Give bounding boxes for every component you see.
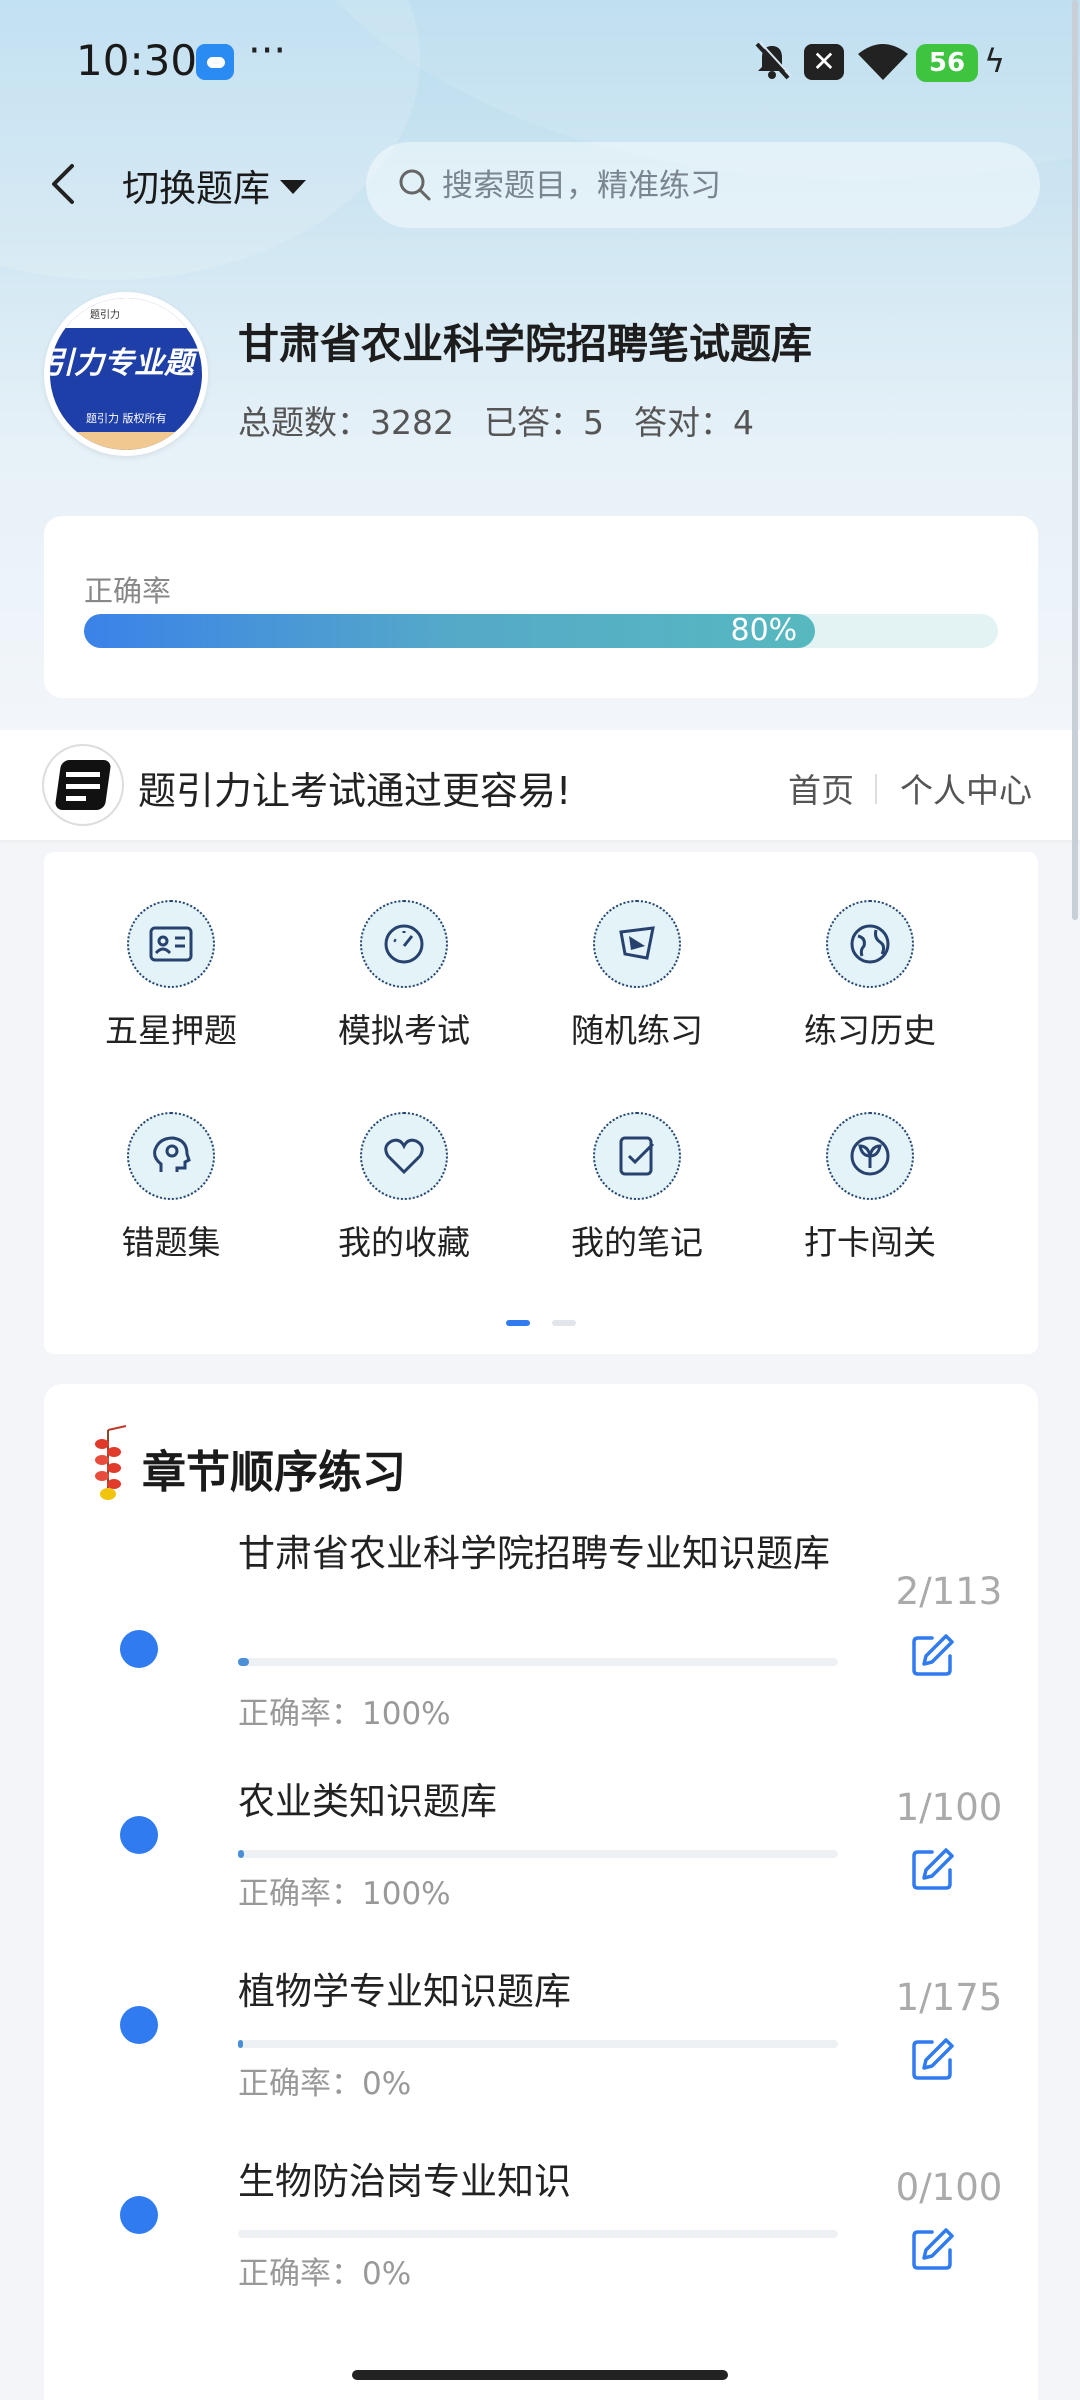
caret-down-icon	[280, 179, 306, 194]
heart-icon	[360, 1112, 448, 1200]
chapter-item[interactable]: 植物学专业知识题库正确率：0% 1/175	[44, 1966, 1038, 2166]
feature-item[interactable]: 随机练习	[527, 852, 747, 1050]
accuracy-card: 正确率 80%	[44, 516, 1038, 698]
chapter-progress-track	[238, 2230, 838, 2238]
chapter-practice-card: 章节顺序练习 甘肃省农业科学院招聘专业知识题库正确率：100% 2/113 农业类知…	[44, 1384, 1038, 2400]
logo-top-text: 题引力	[90, 310, 120, 321]
feature-label: 练习历史	[804, 1011, 936, 1050]
weather-app-icon	[196, 44, 234, 80]
accuracy-percent: 80%	[730, 613, 798, 648]
accuracy-label: 正确率	[84, 574, 172, 608]
wifi-icon	[858, 44, 908, 80]
accuracy-progress-fill: 80%	[84, 613, 816, 648]
chapter-count: 0/100	[895, 2166, 1003, 2209]
search-bar[interactable]	[366, 142, 1040, 230]
home-link[interactable]: 首页	[788, 764, 854, 812]
chapter-name: 生物防治岗专业知识	[238, 2160, 571, 2203]
id-card-icon	[127, 900, 215, 988]
notification-x-icon: ✕	[804, 44, 844, 80]
chapter-bullet	[120, 2196, 158, 2234]
pager-dot	[506, 1320, 530, 1326]
search-input[interactable]	[440, 142, 1004, 230]
logo-subtext: 题引力 版权所有	[86, 412, 167, 425]
chapter-bullet	[120, 2006, 158, 2044]
status-time: 10:30	[76, 36, 198, 85]
feature-label: 随机练习	[571, 1011, 703, 1050]
charging-icon: ϟ	[984, 42, 1006, 80]
feature-item[interactable]: 打卡闯关	[760, 1064, 980, 1262]
chapter-accuracy: 正确率：100%	[238, 1696, 451, 1732]
switch-bank-dropdown[interactable]: 切换题库	[122, 158, 306, 212]
slogan-bar: 题引力让考试通过更容易! 首页 个人中心	[0, 730, 1080, 840]
chapter-name: 农业类知识题库	[238, 1780, 497, 1823]
bell-muted-icon	[755, 41, 792, 80]
edit-icon[interactable]	[910, 2226, 956, 2272]
switch-bank-label: 切换题库	[122, 167, 270, 210]
chapter-practice-title: 章节顺序练习	[142, 1447, 406, 1498]
feature-label: 五星押题	[105, 1011, 237, 1050]
battery-level: 56	[916, 44, 978, 82]
chapter-name: 甘肃省农业科学院招聘专业知识题库	[238, 1532, 830, 1575]
feature-grid: 五星押题 模拟考试 随机练习 练习历史错题集 我的收藏 我的笔记 打卡闯关	[44, 852, 1038, 1354]
search-icon	[399, 169, 431, 201]
bank-logo: 题引力 引力专业题 题引力 版权所有	[44, 292, 208, 456]
chapter-bullet	[120, 1630, 158, 1668]
head-icon	[127, 1112, 215, 1200]
gauge-icon	[360, 900, 448, 988]
edit-icon[interactable]	[910, 1632, 956, 1678]
more-notifications-icon: ···	[248, 28, 287, 74]
chapter-bullet	[120, 1816, 158, 1854]
note-check-icon	[593, 1112, 681, 1200]
bank-stats: 总题数：3282 已答：5 答对：4	[238, 396, 784, 444]
firecracker-icon	[95, 1425, 127, 1500]
feature-item[interactable]: 五星押题	[61, 852, 281, 1050]
slogan-text: 题引力让考试通过更容易!	[138, 769, 572, 813]
total-questions: 总题数：3282	[238, 403, 454, 442]
feature-label: 我的笔记	[571, 1223, 703, 1262]
back-arrow-icon[interactable]	[44, 160, 84, 208]
correct-count: 答对：4	[633, 403, 754, 442]
chapter-count: 1/100	[895, 1786, 1003, 1829]
chapter-progress-fill	[238, 1850, 244, 1858]
personal-center-link[interactable]: 个人中心	[900, 764, 1032, 812]
divider	[875, 774, 877, 804]
edit-icon[interactable]	[910, 2036, 956, 2082]
feature-label: 模拟考试	[338, 1011, 470, 1050]
feature-item[interactable]: 练习历史	[760, 852, 980, 1050]
feature-label: 打卡闯关	[804, 1223, 936, 1262]
chapter-item[interactable]: 生物防治岗专业知识正确率：0% 0/100	[44, 2156, 1038, 2356]
edit-icon[interactable]	[910, 1846, 956, 1892]
chapter-progress-fill	[238, 1658, 249, 1666]
answered-count: 已答：5	[483, 403, 604, 442]
chapter-item[interactable]: 甘肃省农业科学院招聘专业知识题库正确率：100% 2/113	[44, 1528, 1038, 1732]
chapter-accuracy: 正确率：0%	[238, 2066, 412, 2102]
chapter-progress-fill	[238, 2040, 243, 2048]
feature-item[interactable]: 我的收藏	[294, 1064, 514, 1262]
chapter-accuracy: 正确率：0%	[238, 2256, 412, 2292]
chapter-name: 植物学专业知识题库	[238, 1970, 571, 2013]
feature-label: 错题集	[121, 1223, 221, 1262]
feature-item[interactable]: 我的笔记	[527, 1064, 747, 1262]
bank-title: 甘肃省农业科学院招聘笔试题库	[238, 320, 812, 368]
home-indicator[interactable]	[352, 2370, 728, 2380]
feature-item[interactable]: 模拟考试	[294, 852, 514, 1050]
brand-logo-icon	[44, 746, 122, 824]
pager-dot	[552, 1320, 576, 1326]
accuracy-progress-track: 80%	[84, 614, 998, 648]
logo-text: 引力专业题	[50, 346, 194, 381]
chapter-item[interactable]: 农业类知识题库正确率：100% 1/100	[44, 1776, 1038, 1976]
sprout-icon	[826, 1112, 914, 1200]
chapter-count: 2/113	[895, 1570, 1003, 1613]
scrollbar[interactable]	[1072, 0, 1078, 920]
chapter-progress-track	[238, 1658, 838, 1666]
chapter-count: 1/175	[895, 1976, 1003, 2019]
feature-item[interactable]: 错题集	[61, 1064, 281, 1262]
chapter-progress-track	[238, 2040, 838, 2048]
chapter-progress-track	[238, 1850, 838, 1858]
random-icon	[593, 900, 681, 988]
feature-label: 我的收藏	[338, 1223, 470, 1262]
chapter-accuracy: 正确率：100%	[238, 1876, 451, 1912]
globe-icon	[826, 900, 914, 988]
status-bar: 10:30 ··· ✕ 56 ϟ	[0, 0, 1080, 120]
